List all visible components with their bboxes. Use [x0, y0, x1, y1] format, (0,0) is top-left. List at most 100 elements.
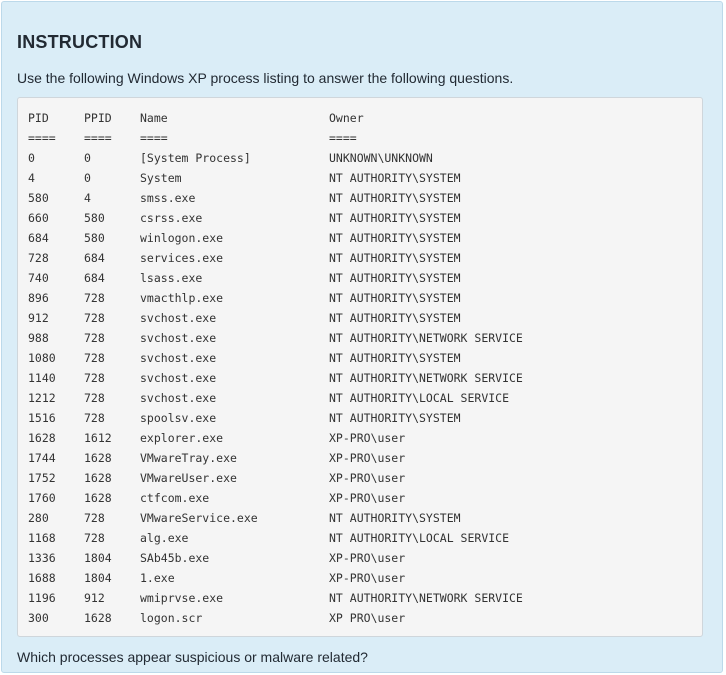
- ppid-cell: 580: [84, 231, 105, 245]
- owner-cell: NT AUTHORITY\SYSTEM: [329, 311, 461, 325]
- owner-cell: XP-PRO\user: [329, 451, 406, 465]
- process-name-cell: VMwareUser.exe: [140, 471, 237, 485]
- owner-cell: NT AUTHORITY\SYSTEM: [329, 351, 461, 365]
- column-header-pid: PID: [28, 111, 49, 125]
- ppid-cell: 4: [84, 191, 91, 205]
- pid-cell: 1196: [28, 591, 56, 605]
- process-name-cell: svchost.exe: [140, 371, 217, 385]
- pid-cell: 912: [28, 311, 49, 325]
- separator-pid: ====: [28, 131, 56, 145]
- pid-cell: 1212: [28, 391, 56, 405]
- process-name-cell: svchost.exe: [140, 391, 217, 405]
- ppid-cell: 1628: [84, 471, 112, 485]
- process-name-cell: [System Process]: [140, 151, 251, 165]
- process-name-cell: winlogon.exe: [140, 231, 224, 245]
- ppid-cell: 684: [84, 251, 105, 265]
- process-row: 1760 1628 ctfcom.exe XP-PRO\user: [28, 488, 579, 508]
- column-header-ppid: PPID: [84, 111, 112, 125]
- process-name-cell: SAb45b.exe: [140, 551, 210, 565]
- pid-cell: 0: [28, 151, 35, 165]
- owner-cell: NT AUTHORITY\SYSTEM: [329, 291, 461, 305]
- ppid-cell: 1628: [84, 491, 112, 505]
- owner-cell: NT AUTHORITY\SYSTEM: [329, 411, 461, 425]
- owner-cell: NT AUTHORITY\LOCAL SERVICE: [329, 531, 510, 545]
- owner-cell: NT AUTHORITY\SYSTEM: [329, 211, 461, 225]
- process-row: 1080 728 svchost.exe NT AUTHORITY\SYSTEM: [28, 348, 579, 368]
- process-listing-box: PID PPID Name Owner ==== ==== ==== ==== …: [17, 97, 703, 637]
- process-listing-table: PID PPID Name Owner ==== ==== ==== ==== …: [28, 108, 579, 628]
- process-name-cell: services.exe: [140, 251, 224, 265]
- pid-cell: 300: [28, 611, 49, 625]
- process-name-cell: svchost.exe: [140, 331, 217, 345]
- owner-cell: NT AUTHORITY\SYSTEM: [329, 231, 461, 245]
- pid-cell: 1516: [28, 411, 56, 425]
- instruction-heading: INSTRUCTION: [17, 32, 143, 52]
- process-name-cell: logon.scr: [140, 611, 203, 625]
- process-row: 728 684 services.exe NT AUTHORITY\SYSTEM: [28, 248, 579, 268]
- owner-cell: XP PRO\user: [329, 611, 406, 625]
- listing-body: 0 0 [System Process] UNKNOWN\UNKNOWN 4 0 Syste…: [28, 148, 579, 628]
- pid-cell: 1628: [28, 431, 56, 445]
- pid-cell: 1080: [28, 351, 56, 365]
- instruction-intro: Use the following Windows XP process lis…: [17, 70, 514, 86]
- process-name-cell: csrss.exe: [140, 211, 203, 225]
- ppid-cell: 580: [84, 211, 105, 225]
- process-name-cell: wmiprvse.exe: [140, 591, 224, 605]
- ppid-cell: 1628: [84, 451, 112, 465]
- owner-cell: XP-PRO\user: [329, 471, 406, 485]
- pid-cell: 896: [28, 291, 49, 305]
- owner-cell: XP-PRO\user: [329, 571, 406, 585]
- process-name-cell: svchost.exe: [140, 311, 217, 325]
- owner-cell: XP-PRO\user: [329, 551, 406, 565]
- process-name-cell: 1.exe: [140, 571, 175, 585]
- process-row: 300 1628 logon.scr XP PRO\user: [28, 608, 579, 628]
- owner-cell: NT AUTHORITY\SYSTEM: [329, 511, 461, 525]
- ppid-cell: 912: [84, 591, 105, 605]
- ppid-cell: 1612: [84, 431, 112, 445]
- process-row: 1212 728 svchost.exe NT AUTHORITY\LOCAL SER…: [28, 388, 579, 408]
- ppid-cell: 728: [84, 411, 105, 425]
- pid-cell: 728: [28, 251, 49, 265]
- column-header-owner: Owner: [329, 111, 364, 125]
- process-row: 580 4 smss.exe NT AUTHORITY\SYSTEM: [28, 188, 579, 208]
- process-row: 4 0 System NT AUTHORITY\SYSTEM: [28, 168, 579, 188]
- process-row: 660 580 csrss.exe NT AUTHORITY\SYSTEM: [28, 208, 579, 228]
- process-row: 684 580 winlogon.exe NT AUTHORITY\SYSTEM: [28, 228, 579, 248]
- ppid-cell: 0: [84, 151, 91, 165]
- process-row: 0 0 [System Process] UNKNOWN\UNKNOWN: [28, 148, 579, 168]
- process-row: 1744 1628 VMwareTray.exe XP-PRO\user: [28, 448, 579, 468]
- pid-cell: 580: [28, 191, 49, 205]
- owner-cell: XP-PRO\user: [329, 491, 406, 505]
- owner-cell: NT AUTHORITY\NETWORK SERVICE: [329, 371, 523, 385]
- owner-cell: NT AUTHORITY\NETWORK SERVICE: [329, 591, 523, 605]
- ppid-cell: 1804: [84, 571, 112, 585]
- ppid-cell: 1628: [84, 611, 112, 625]
- owner-cell: NT AUTHORITY\SYSTEM: [329, 171, 461, 185]
- process-row: 280 728 VMwareService.exe NT AUTHORITY\SYST…: [28, 508, 579, 528]
- process-row: 1196 912 wmiprvse.exe NT AUTHORITY\NETWORK …: [28, 588, 579, 608]
- pid-cell: 660: [28, 211, 49, 225]
- process-name-cell: svchost.exe: [140, 351, 217, 365]
- process-row: 988 728 svchost.exe NT AUTHORITY\NETWORK SE…: [28, 328, 579, 348]
- ppid-cell: 728: [84, 311, 105, 325]
- process-row: 1336 1804 SAb45b.exe XP-PRO\user: [28, 548, 579, 568]
- question-text: Which processes appear suspicious or mal…: [17, 649, 368, 665]
- owner-cell: NT AUTHORITY\NETWORK SERVICE: [329, 331, 523, 345]
- process-row: 1752 1628 VMwareUser.exe XP-PRO\user: [28, 468, 579, 488]
- process-name-cell: lsass.exe: [140, 271, 203, 285]
- process-name-cell: vmacthlp.exe: [140, 291, 224, 305]
- process-name-cell: ctfcom.exe: [140, 491, 210, 505]
- ppid-cell: 728: [84, 391, 105, 405]
- owner-cell: NT AUTHORITY\SYSTEM: [329, 271, 461, 285]
- pid-cell: 280: [28, 511, 49, 525]
- owner-cell: NT AUTHORITY\SYSTEM: [329, 251, 461, 265]
- pid-cell: 4: [28, 171, 35, 185]
- process-name-cell: System: [140, 171, 182, 185]
- owner-cell: XP-PRO\user: [329, 431, 406, 445]
- pid-cell: 1140: [28, 371, 56, 385]
- instruction-panel: INSTRUCTION Use the following Windows XP…: [1, 1, 723, 673]
- pid-cell: 684: [28, 231, 49, 245]
- separator-owner: ====: [329, 131, 357, 145]
- owner-cell: UNKNOWN\UNKNOWN: [329, 151, 433, 165]
- process-row: 1140 728 svchost.exe NT AUTHORITY\NETWORK S…: [28, 368, 579, 388]
